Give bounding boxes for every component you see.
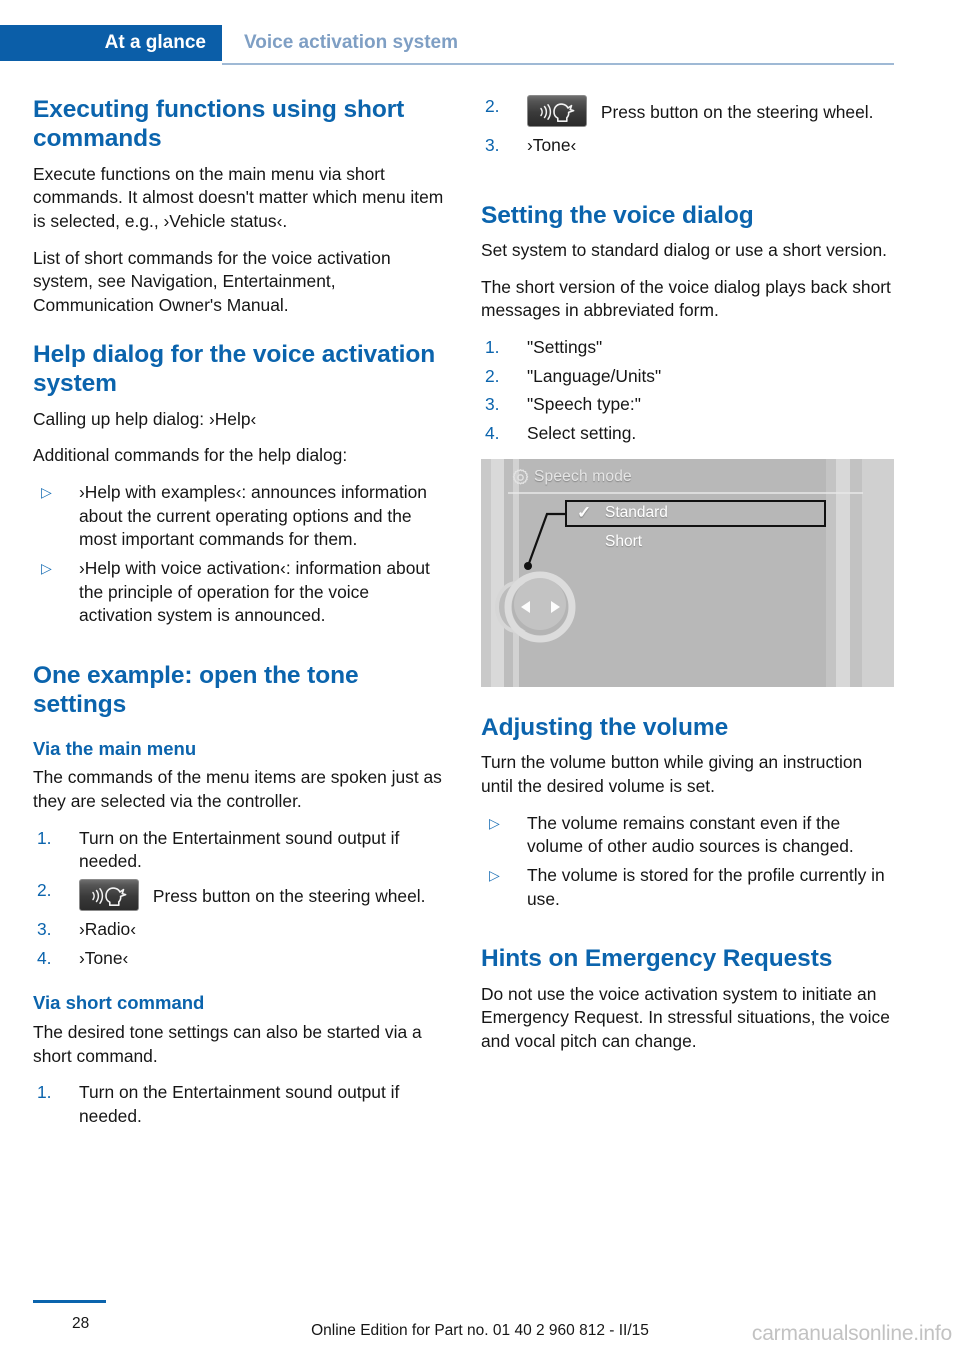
list-item: 2. "Language/Units" <box>481 365 894 389</box>
list-item-text: Turn on the Entertainment sound output i… <box>79 1082 400 1126</box>
paragraph-tone-via-short-command: The desired tone settings can also be st… <box>33 1021 422 1066</box>
list-item-text: ›Tone‹ <box>79 947 129 968</box>
list-item: ▷ The volume is stored for the profile c… <box>481 864 894 911</box>
list-item-text: ›Help with voice activation‹: informatio… <box>79 557 430 626</box>
list-item-text: ›Tone‹ <box>527 135 577 155</box>
heading-via-the-main-menu: Via the main menu <box>33 737 197 759</box>
paragraph-execute-functions: Execute functions on the main menu via s… <box>33 163 444 232</box>
list-item-text: "Settings" <box>527 337 603 358</box>
list-item: 4. ›Tone‹ <box>33 947 446 971</box>
paragraph-calling-up-help: Calling up help dialog: ›Help‹ <box>33 408 257 429</box>
paragraph-short-commands-list: List of short commands for the voice act… <box>33 247 391 316</box>
step-number: 1. <box>37 1082 52 1103</box>
header-section-tab: At a glance <box>0 25 222 61</box>
list-item-text: "Language/Units" <box>527 365 662 386</box>
heading-executing-functions: Executing functions using short commands <box>33 96 405 153</box>
paragraph-set-system-standard: Set system to standard dialog or use a s… <box>481 240 887 261</box>
header-rule <box>222 63 894 65</box>
list-item-text: Press button on the steering wheel. <box>152 886 426 906</box>
step-number: 1. <box>37 827 52 848</box>
list-item: 1. Turn on the Entertainment sound outpu… <box>33 1081 446 1128</box>
running-header: At a glance Voice activation system <box>0 25 960 65</box>
triangle-bullet-icon: ▷ <box>41 559 52 576</box>
heading-help-dialog: Help dialog for the voice activation sys… <box>33 340 436 398</box>
footer-rule <box>33 1300 106 1303</box>
list-item: 2. Press button on the steering wheel. <box>33 879 446 913</box>
heading-via-short-command: Via short command <box>33 992 205 1014</box>
header-chapter-title: Voice activation system <box>244 32 459 53</box>
list-item-text: The volume is stored for the profile cur… <box>527 864 885 909</box>
step-number: 2. <box>485 365 500 386</box>
triangle-bullet-icon: ▷ <box>489 814 500 831</box>
main-menu-step-list: 1. Turn on the Entertainment sound outpu… <box>33 827 446 971</box>
heading-setting-the-voice-dialog: Setting the voice dialog <box>481 201 754 229</box>
paragraph-short-version: The short version of the voice dialog pl… <box>481 276 891 321</box>
list-item-text: Press button on the steering wheel. <box>600 102 874 122</box>
list-item-text: "Speech type:" <box>527 394 641 415</box>
paragraph-turn-volume-button: Turn the volume button while giving an i… <box>481 752 863 796</box>
heading-hints-on-emergency-requests: Hints on Emergency Requests <box>481 945 833 973</box>
list-item: 2. Press button on the steering wheel. <box>481 95 894 129</box>
triangle-bullet-icon: ▷ <box>489 866 500 883</box>
list-item: 3. ›Radio‹ <box>33 918 446 942</box>
idrive-speech-mode-figure: Speech mode ✓ Standard Short <box>481 458 894 687</box>
watermark: carmanualsonline.info <box>751 1322 952 1345</box>
list-item-text: ›Help with examples‹: announces informat… <box>79 481 427 550</box>
step-number: 1. <box>485 337 500 358</box>
heading-adjusting-the-volume: Adjusting the volume <box>481 713 729 741</box>
paragraph-additional-commands: Additional commands for the help dialog: <box>33 445 348 466</box>
voice-dialog-step-list: 1. "Settings" 2. "Language/Units" 3. "Sp… <box>481 336 894 446</box>
list-item-text: ›Radio‹ <box>79 919 137 939</box>
figure-callout-line <box>524 512 565 570</box>
step-number: 3. <box>485 135 500 155</box>
short-command-step-list: 1. Turn on the Entertainment sound outpu… <box>33 1081 446 1128</box>
volume-bullet-list: ▷ The volume remains constant even if th… <box>481 812 894 912</box>
list-item: ▷ ›Help with voice activation‹: informat… <box>33 557 446 628</box>
voice-button-icon <box>79 879 139 911</box>
continued-step-list: 2. Press button on the steering wheel. 3… <box>481 95 894 158</box>
step-number: 3. <box>485 394 500 415</box>
heading-one-example-tone-settings: One example: open the tone settings <box>33 661 359 719</box>
help-dialog-bullet-list: ▷ ›Help with examples‹: announces inform… <box>33 481 446 628</box>
triangle-bullet-icon: ▷ <box>41 483 52 500</box>
step-number: 3. <box>37 919 52 939</box>
left-column: Executing functions using short commands… <box>33 95 446 1142</box>
list-item-text: The volume remains constant even if the … <box>527 812 854 857</box>
list-item-text: Select setting. <box>527 423 637 444</box>
list-item: 3. "Speech type:" <box>481 393 894 417</box>
paragraph-emergency-requests: Do not use the voice activation system t… <box>481 983 890 1051</box>
list-item: 4. Select setting. <box>481 422 894 446</box>
list-item: 1. "Settings" <box>481 336 894 360</box>
list-item: ▷ ›Help with examples‹: announces inform… <box>33 481 446 552</box>
list-item-text: Turn on the Entertainment sound output i… <box>79 827 400 872</box>
step-number: 2. <box>37 880 52 900</box>
voice-button-icon <box>527 95 587 127</box>
right-column: 2. Press button on the steering wheel. 3… <box>481 95 894 1067</box>
list-item: 1. Turn on the Entertainment sound outpu… <box>33 827 446 874</box>
step-number: 4. <box>37 947 52 968</box>
step-number: 2. <box>485 96 500 116</box>
list-item: 3. ›Tone‹ <box>481 134 894 158</box>
paragraph-commands-spoken: The commands of the menu items are spoke… <box>33 767 442 811</box>
list-item: ▷ The volume remains constant even if th… <box>481 812 894 859</box>
step-number: 4. <box>485 423 500 444</box>
